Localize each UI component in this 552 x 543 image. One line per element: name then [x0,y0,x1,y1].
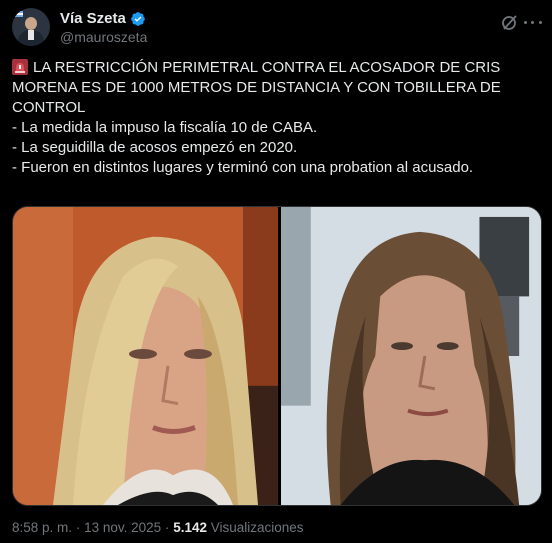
tweet-line-4: - La medida la impuso la fiscalía 10 de … [12,119,318,136]
tweet-meta: 8:58 p. m. · 13 nov. 2025 · 5.142 Visual… [12,520,304,535]
tweet-line-text-1: LA RESTRICCIÓN PERIMETRAL CONTRA EL ACOS… [33,59,501,76]
tweet-time[interactable]: 8:58 p. m. [12,520,72,535]
avatar-head [25,17,37,30]
tweet-line-2: MORENA ES DE 1000 METROS DE DISTANCIA Y … [12,79,501,96]
photo-man-long-hair[interactable] [281,207,541,505]
flag-icon [14,11,23,17]
views-count: 5.142 [173,520,207,535]
tweet-line-3: CONTROL [12,99,86,116]
meta-separator-2: · [164,520,170,535]
rotating-light-emoji [12,59,28,75]
tweet-text: LA RESTRICCIÓN PERIMETRAL CONTRA EL ACOS… [12,58,542,178]
tweet-line-5: - La seguidilla de acosos empezó en 2020… [12,139,298,156]
tweet-line-1: LA RESTRICCIÓN PERIMETRAL CONTRA EL ACOS… [12,58,542,78]
tweet-media[interactable] [12,206,542,506]
avatar-shirt [28,30,34,40]
photo-woman-drawing [13,207,278,505]
more-options-icon[interactable] [522,12,544,32]
photo-woman-blonde[interactable] [13,207,278,505]
author-handle[interactable]: @mauroszeta [60,29,147,45]
meta-separator: · [75,520,81,535]
tweet-date[interactable]: 13 nov. 2025 [84,520,161,535]
grok-icon[interactable] [500,12,520,32]
author-name[interactable]: Vía Szeta [60,10,126,27]
avatar[interactable] [12,8,50,46]
author-name-row: Vía Szeta [60,10,146,27]
photo-man-drawing [281,207,541,505]
tweet-line-6: - Fueron en distintos lugares y terminó … [12,159,474,176]
views-label: Visualizaciones [210,520,304,535]
verified-badge-icon [131,11,145,26]
